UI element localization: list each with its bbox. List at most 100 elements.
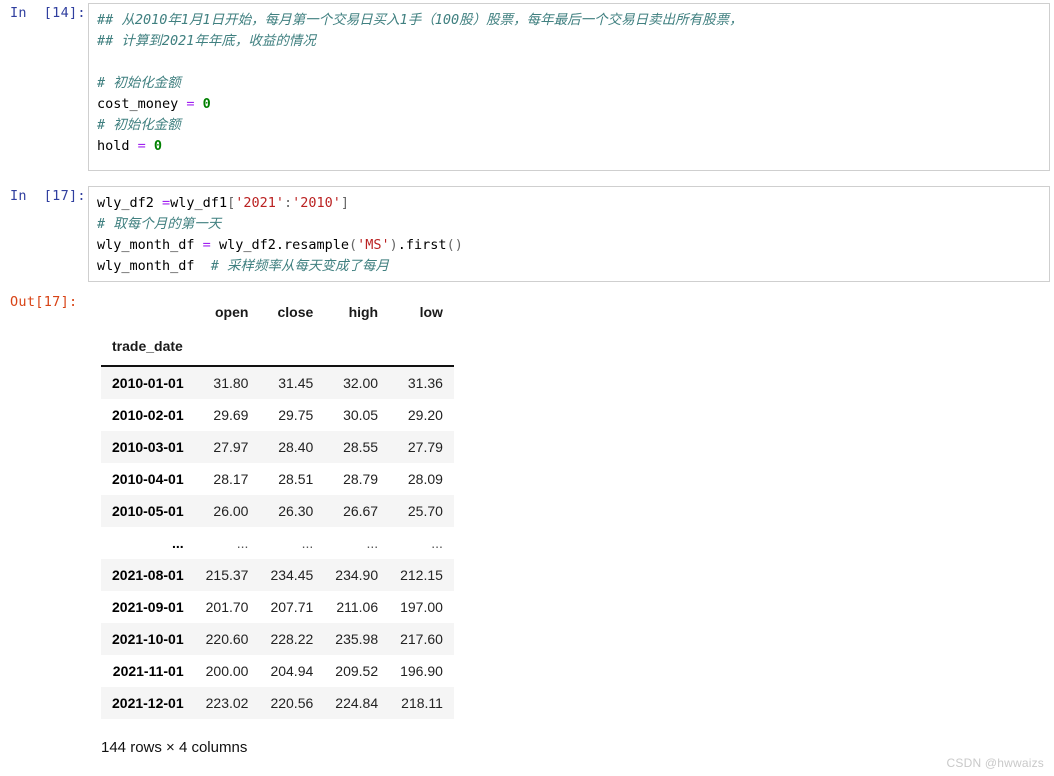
code-call-resample: wly_df2.resample (210, 237, 349, 253)
row-cell-open: 31.80 (213, 375, 249, 391)
row-index: 2021-09-01 (112, 599, 184, 615)
table-row: 2010-05-01 26.00 26.30 26.67 25.70 (101, 495, 454, 527)
row-index: 2010-01-01 (112, 375, 184, 391)
row-cell-close: 207.71 (270, 599, 314, 615)
row-cell-open: 29.69 (213, 407, 249, 423)
code-operator-assign-1: = (186, 96, 195, 112)
table-row: 2021-10-01 220.60 228.22 235.98 217.60 (101, 623, 454, 655)
row-cell-low: 31.36 (407, 375, 443, 391)
code-string-2010: '2010' (292, 195, 341, 211)
row-cell-close: 26.30 (278, 503, 314, 519)
row-cell-high: 234.90 (335, 567, 379, 583)
table-row: 2021-12-01 223.02 220.56 224.84 218.11 (101, 687, 454, 719)
dataframe-header-index-name: trade_date (101, 327, 454, 367)
row-cell-open: 27.97 (213, 439, 249, 455)
code-var-wly-df1: wly_df1 (170, 195, 228, 211)
code-number-zero-2: 0 (145, 138, 163, 154)
row-cell-low: 29.20 (407, 407, 443, 423)
row-cell-close: 28.40 (278, 439, 314, 455)
row-cell-close: 29.75 (278, 407, 314, 423)
dataframe-col-high: high (324, 298, 390, 327)
row-cell-high: 32.00 (343, 375, 379, 391)
dataframe-shape-text: 144 rows × 4 columns (101, 739, 248, 756)
code-operator-assign-2: = (137, 138, 146, 154)
notebook-cell-out-17: Out[17]: open close high low trade_date (0, 292, 1054, 756)
table-row: 2021-08-01 215.37 234.45 234.90 212.15 (101, 559, 454, 591)
row-index: 2010-03-01 (112, 439, 184, 455)
code-comment-line1: ## 从2010年1月1日开始，每月第一个交易日买入1手（100股）股票，每年最… (97, 12, 743, 28)
table-row: 2021-09-01 201.70 207.71 211.06 197.00 (101, 591, 454, 623)
row-cell-high: 224.84 (335, 695, 379, 711)
row-cell-open: 220.60 (205, 631, 249, 647)
cell-prompt-in-14: In [14]: (10, 5, 86, 21)
code-var-cost-money: cost_money (97, 96, 187, 112)
row-cell-open: 28.17 (213, 471, 249, 487)
watermark-csdn: CSDN @hwwaizs (946, 756, 1044, 770)
code-comment-line2: ## 计算到2021年年底，收益的情况 (97, 33, 316, 49)
row-cell-low: 28.09 (407, 471, 443, 487)
dataframe-header-spacer-3 (324, 327, 390, 367)
notebook-cell-in-17[interactable]: In [17]: wly_df2 =wly_df1['2021':'2010']… (0, 186, 1054, 282)
code-string-ms: 'MS' (357, 237, 390, 253)
cell-prompt-in-17: In [17]: (10, 188, 86, 204)
row-cell-open: 215.37 (205, 567, 249, 583)
code-operator-assign-3: = (162, 195, 171, 211)
dataframe-header-spacer-4 (389, 327, 454, 367)
row-cell-low: ... (431, 535, 443, 551)
code-paren-open-1: ( (348, 237, 358, 253)
row-cell-open: 201.70 (205, 599, 249, 615)
cell-prompt-out-17: Out[17]: (10, 294, 78, 310)
code-var-wly-month-df: wly_month_df (97, 237, 203, 253)
row-cell-high: 28.55 (343, 439, 379, 455)
code-comment-first-day: # 取每个月的第一天 (97, 216, 222, 232)
row-cell-close: 228.22 (270, 631, 314, 647)
table-row-ellipsis: ... ... ... ... ... (101, 527, 454, 559)
table-row: 2010-01-01 31.80 31.45 32.00 31.36 (101, 366, 454, 399)
code-call-first: .first (397, 237, 447, 253)
row-cell-high: 30.05 (343, 407, 379, 423)
code-editor-in-14[interactable]: ## 从2010年1月1日开始，每月第一个交易日买入1手（100股）股票，每年最… (88, 3, 1050, 171)
code-paren-close-1: ) (389, 237, 398, 253)
row-index: 2010-02-01 (112, 407, 184, 423)
table-row: 2021-11-01 200.00 204.94 209.52 196.90 (101, 655, 454, 687)
code-string-2021: '2021' (235, 195, 284, 211)
row-index: 2021-08-01 (112, 567, 184, 583)
row-cell-close: 31.45 (278, 375, 314, 391)
code-comment-line4: # 初始化金额 (97, 117, 181, 133)
output-area: open close high low trade_date 2010-01-0… (88, 292, 1054, 756)
notebook-cell-in-14[interactable]: In [14]: ## 从2010年1月1日开始，每月第一个交易日买入1手（10… (0, 3, 1054, 171)
row-cell-close: 204.94 (270, 663, 314, 679)
row-cell-low: 212.15 (400, 567, 443, 583)
row-cell-open: 26.00 (213, 503, 249, 519)
code-editor-in-17[interactable]: wly_df2 =wly_df1['2021':'2010'] # 取每个月的第… (88, 186, 1050, 282)
dataframe-col-open: open (194, 298, 260, 327)
dataframe-col-close: close (259, 298, 325, 327)
row-cell-low: 218.11 (401, 695, 443, 711)
dataframe-body: 2010-01-01 31.80 31.45 32.00 31.36 2010-… (101, 366, 454, 719)
row-cell-high: 28.79 (343, 471, 379, 487)
row-cell-high: 26.67 (343, 503, 379, 519)
row-index: 2010-04-01 (112, 471, 184, 487)
row-cell-high: 209.52 (335, 663, 379, 679)
code-comment-line3: # 初始化金额 (97, 75, 181, 91)
row-index: 2010-05-01 (112, 503, 184, 519)
code-bracket-close-1: ] (340, 195, 350, 211)
dataframe-header-spacer-1 (194, 327, 260, 367)
code-bracket-open-1: [ (227, 195, 236, 211)
row-cell-low: 217.60 (400, 631, 443, 647)
dataframe-table: open close high low trade_date 2010-01-0… (101, 298, 454, 719)
dataframe-header-columns: open close high low (101, 298, 454, 327)
row-cell-close: 234.45 (270, 567, 314, 583)
dataframe-index-name: trade_date (101, 327, 195, 367)
row-cell-high: 235.98 (335, 631, 379, 647)
row-cell-open: 223.02 (205, 695, 249, 711)
row-index: 2021-10-01 (112, 631, 184, 647)
dataframe-header-spacer-2 (259, 327, 325, 367)
dataframe-col-low: low (389, 298, 454, 327)
code-paren-pair-1: () (446, 237, 463, 253)
code-operator-assign-4: = (202, 237, 211, 253)
code-colon-slice: : (284, 195, 293, 211)
code-var-hold: hold (97, 138, 138, 154)
table-row: 2010-03-01 27.97 28.40 28.55 27.79 (101, 431, 454, 463)
code-comment-resample-freq: # 采样频率从每天变成了每月 (210, 258, 390, 274)
